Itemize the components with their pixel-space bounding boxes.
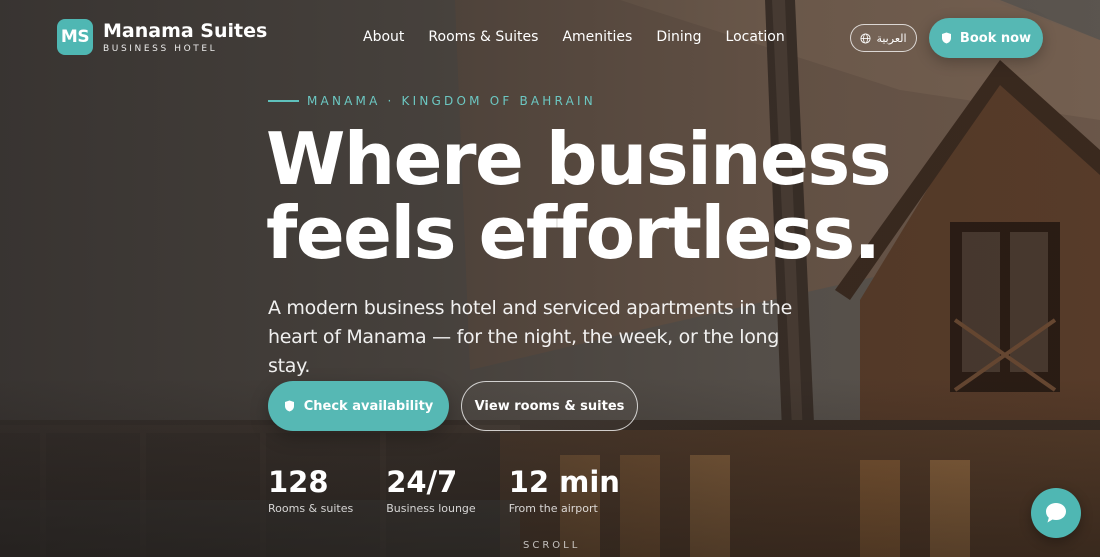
stat-label: From the airport <box>508 502 598 515</box>
nav-item-location[interactable]: Location <box>726 28 785 46</box>
language-label: العربية <box>876 31 907 45</box>
globe-icon <box>860 32 872 44</box>
brand-tagline: BUSINESS HOTEL <box>103 44 218 54</box>
stat-value: 128 <box>268 465 329 499</box>
main-nav: About Rooms & Suites Amenities Dining Lo… <box>363 28 785 46</box>
hero-subtitle: A modern business hotel and serviced apa… <box>268 297 792 377</box>
hero-eyebrow: MANAMA · KINGDOM OF BAHRAIN <box>268 94 596 108</box>
shield-icon <box>941 32 951 44</box>
logo-text: Manama Suites BUSINESS HOTEL <box>103 20 267 54</box>
scroll-hint[interactable]: SCROLL <box>523 540 580 551</box>
hero-headline: Where business feels effortless. <box>266 117 892 275</box>
stat-airport: 12 min From the airport <box>509 464 620 515</box>
view-rooms-label: View rooms & suites <box>474 398 625 414</box>
logo-mark: MS <box>57 19 93 55</box>
check-availability-button[interactable]: Check availability <box>268 381 449 431</box>
chat-bubble-icon <box>1046 503 1066 523</box>
headline-line-2: feels effortless. <box>266 191 881 275</box>
nav-item-dining[interactable]: Dining <box>656 28 701 46</box>
eyebrow-rule <box>268 100 299 102</box>
stat-label: Business lounge <box>386 502 476 515</box>
hero-section: MS Manama Suites BUSINESS HOTEL About Ro… <box>0 0 1100 557</box>
check-availability-label: Check availability <box>303 398 434 414</box>
stat-label: Rooms & suites <box>268 502 354 515</box>
book-now-button[interactable]: Book now <box>929 18 1043 58</box>
site-header: MS Manama Suites BUSINESS HOTEL About Ro… <box>0 0 1100 76</box>
headline-line-1: Where business <box>266 117 892 201</box>
nav-item-about[interactable]: About <box>363 28 404 46</box>
view-rooms-button[interactable]: View rooms & suites <box>461 381 638 431</box>
nav-item-amenities[interactable]: Amenities <box>562 28 632 46</box>
hero-stats: 128 Rooms & suites 24/7 Business lounge … <box>268 464 653 515</box>
stat-value: 24/7 <box>386 465 458 499</box>
book-now-label: Book now <box>959 30 1032 46</box>
shield-icon <box>284 400 294 412</box>
chat-button[interactable] <box>1031 488 1081 538</box>
stat-lounge: 24/7 Business lounge <box>386 464 475 515</box>
stat-value: 12 min <box>508 465 620 499</box>
brand-name: Manama Suites <box>103 20 268 42</box>
nav-item-rooms-suites[interactable]: Rooms & Suites <box>428 28 538 46</box>
eyebrow-text: MANAMA · KINGDOM OF BAHRAIN <box>307 94 596 108</box>
brand-logo[interactable]: MS Manama Suites BUSINESS HOTEL <box>57 19 267 55</box>
stat-rooms: 128 Rooms & suites <box>268 464 353 515</box>
language-switch-button[interactable]: العربية <box>850 24 917 52</box>
